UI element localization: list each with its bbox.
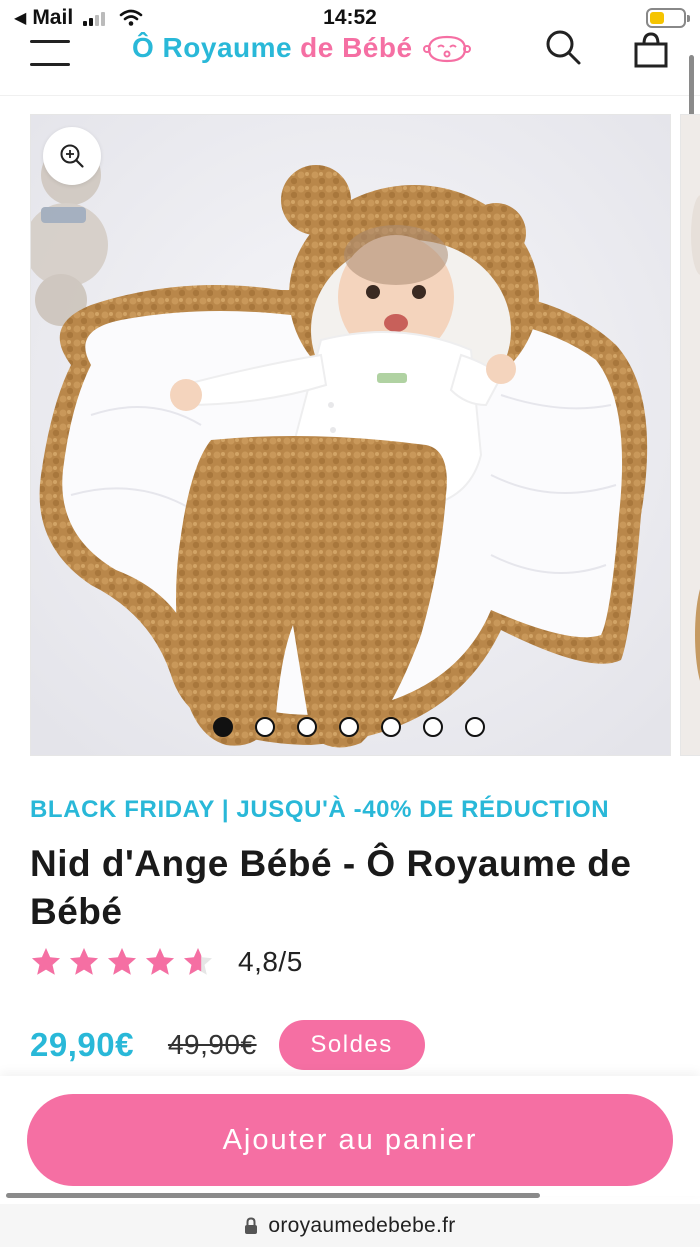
gallery-pagination-dots bbox=[31, 717, 670, 737]
promo-banner-text: BLACK FRIDAY | JUSQU'À -40% DE RÉDUCTION bbox=[30, 796, 610, 823]
url-text: oroyaumedebebe.fr bbox=[268, 1213, 456, 1237]
gallery-dot[interactable] bbox=[338, 717, 359, 737]
gallery-dot[interactable] bbox=[422, 717, 443, 737]
gallery-dot[interactable] bbox=[296, 717, 317, 737]
product-image-gallery[interactable] bbox=[30, 114, 671, 756]
zoom-button[interactable] bbox=[43, 127, 101, 185]
browser-url-bar[interactable]: oroyaumedebebe.fr bbox=[0, 1204, 700, 1247]
menu-icon[interactable] bbox=[30, 38, 70, 68]
gallery-dot[interactable] bbox=[380, 717, 401, 737]
horizontal-scrollbar[interactable] bbox=[6, 1193, 540, 1198]
sale-badge: Soldes bbox=[278, 1020, 425, 1070]
gallery-dot[interactable] bbox=[212, 717, 233, 737]
battery-level bbox=[650, 12, 665, 24]
product-rating[interactable]: 4,8/5 bbox=[30, 946, 303, 978]
rating-text: 4,8/5 bbox=[238, 946, 303, 977]
star-icon bbox=[146, 948, 174, 975]
zoom-in-icon bbox=[60, 144, 84, 168]
price-row: 29,90€ 49,90€ Soldes bbox=[30, 1020, 425, 1070]
logo-text-part2: de Bébé bbox=[300, 32, 413, 63]
add-to-cart-button[interactable]: Ajouter au panier bbox=[27, 1094, 673, 1186]
star-icon bbox=[184, 948, 212, 975]
gallery-dot[interactable] bbox=[464, 717, 485, 737]
lock-icon bbox=[245, 1216, 258, 1234]
carrier-label: Mail bbox=[32, 6, 74, 29]
back-arrow-icon[interactable]: ◀ bbox=[14, 8, 26, 28]
baby-face-logo-icon bbox=[422, 35, 471, 63]
status-time: 14:52 bbox=[323, 6, 377, 29]
sticky-add-to-cart-bar: Ajouter au panier bbox=[0, 1076, 700, 1196]
wifi-icon bbox=[119, 9, 143, 26]
site-logo[interactable]: Ô Royaume de Bébé bbox=[132, 30, 471, 66]
next-image-preview bbox=[681, 115, 700, 755]
logo-text-part1: Ô Royaume bbox=[132, 32, 293, 63]
star-icon bbox=[32, 948, 60, 975]
original-price: 49,90€ bbox=[167, 1029, 257, 1060]
cart-icon[interactable] bbox=[632, 32, 670, 70]
star-icon bbox=[70, 948, 98, 975]
product-image bbox=[31, 115, 670, 755]
battery-icon bbox=[646, 8, 690, 28]
current-price: 29,90€ bbox=[30, 1026, 134, 1063]
status-right bbox=[426, 8, 690, 28]
status-left: ◀ Mail bbox=[14, 6, 274, 30]
next-product-image-peek[interactable] bbox=[680, 114, 700, 756]
rating-stars bbox=[30, 946, 214, 978]
gallery-dot[interactable] bbox=[254, 717, 275, 737]
star-icon bbox=[108, 948, 136, 975]
search-icon[interactable] bbox=[542, 30, 584, 72]
site-header: Ô Royaume de Bébé bbox=[0, 30, 700, 96]
signal-icon bbox=[83, 10, 106, 26]
product-title: Nid d'Ange Bébé - Ô Royaume de Bébé bbox=[30, 843, 632, 932]
